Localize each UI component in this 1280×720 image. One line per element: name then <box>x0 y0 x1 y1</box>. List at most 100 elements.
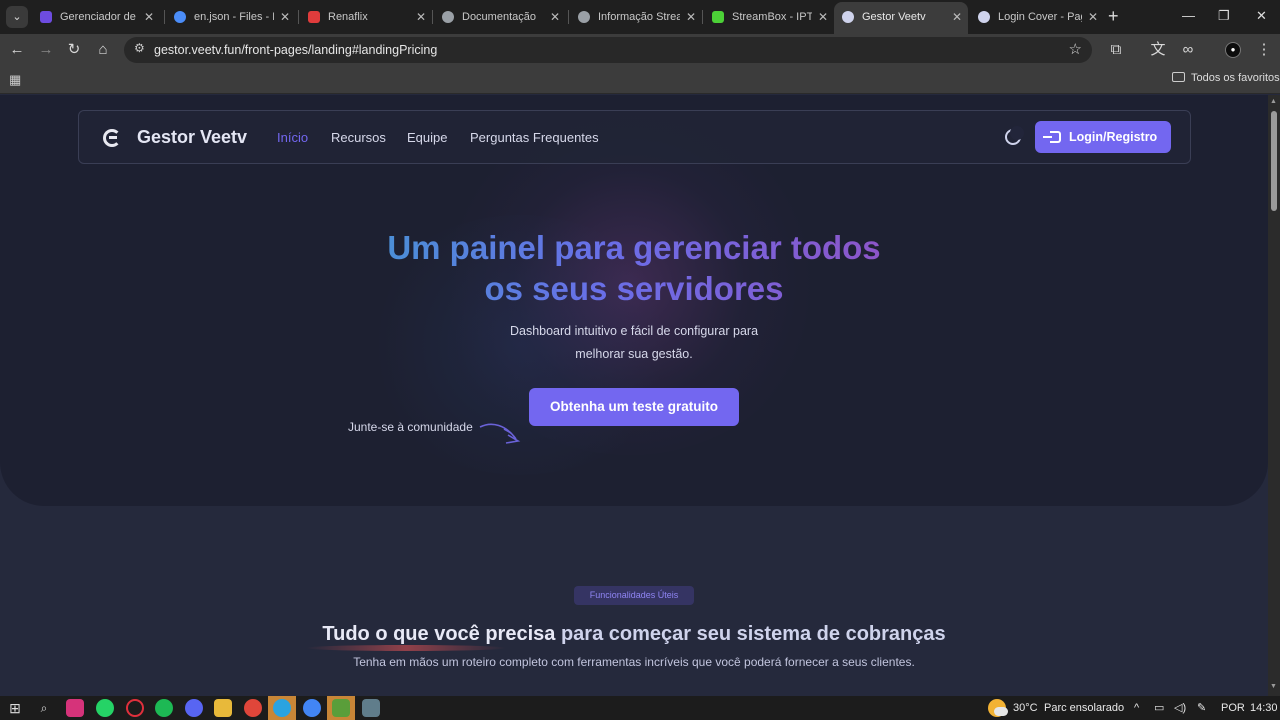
apps-grid-icon[interactable]: ▦ <box>9 72 21 88</box>
tab-title: Renaflix <box>328 11 368 23</box>
browser-tab[interactable]: Gerenciador de A ✕ <box>32 4 160 30</box>
calculator-icon[interactable] <box>362 699 380 717</box>
scrollbar-thumb[interactable] <box>1271 111 1277 211</box>
language-indicator[interactable]: POR <box>1221 700 1245 716</box>
site-navbar: Gestor Veetv Início Recursos Equipe Perg… <box>78 110 1191 164</box>
instagram-icon[interactable] <box>66 699 84 717</box>
tab-divider <box>298 10 299 24</box>
tab-title: en.json - Files - Fil <box>194 11 274 23</box>
address-bar[interactable]: ⚙ gestor.veetv.fun/front-pages/landing#l… <box>124 37 1092 63</box>
tab-divider <box>568 10 569 24</box>
bookmarks-folder[interactable]: Todos os favoritos <box>1172 72 1280 84</box>
nav-link-inicio[interactable]: Início <box>277 130 308 145</box>
weather-icon[interactable] <box>988 699 1008 717</box>
extensions-icon[interactable]: ⧉ <box>1106 40 1126 60</box>
browser-tab[interactable]: StreamBox - IPTV ✕ <box>704 4 834 30</box>
minimize-button[interactable]: — <box>1182 6 1195 26</box>
weather-text[interactable]: Parc ensolarado <box>1044 700 1124 716</box>
tab-title: StreamBox - IPTV <box>732 11 812 23</box>
close-window-button[interactable]: ✕ <box>1256 6 1267 26</box>
link-icon[interactable]: ∞ <box>1178 40 1198 60</box>
hero-subtitle: Dashboard intuitivo e fácil de configura… <box>509 324 759 361</box>
folder-icon <box>1172 72 1185 82</box>
opera-icon[interactable] <box>126 699 144 717</box>
clock[interactable]: 14:30 <box>1250 700 1278 716</box>
chevron-down-icon: ⌄ <box>12 11 22 23</box>
tab-close-icon[interactable]: ✕ <box>144 4 154 30</box>
back-button[interactable]: ← <box>7 40 27 60</box>
nav-link-equipe[interactable]: Equipe <box>407 130 447 145</box>
chrome-icon[interactable] <box>244 699 262 717</box>
bookmarks-bar: ▦ Todos os favoritos <box>0 66 1280 94</box>
tab-close-icon[interactable]: ✕ <box>550 4 560 30</box>
browser-tab[interactable]: Informação Stream ✕ <box>570 4 702 30</box>
favicon-icon <box>712 11 724 23</box>
browser-tab[interactable]: en.json - Files - Fil ✕ <box>166 4 296 30</box>
browser-tab[interactable]: Login Cover - Pag ✕ <box>970 4 1104 30</box>
search-icon[interactable]: ⌕ <box>35 699 53 717</box>
menu-dots-icon[interactable]: ⋮ <box>1254 40 1274 60</box>
hero-section: Gestor Veetv Início Recursos Equipe Perg… <box>0 95 1268 506</box>
favicon-icon <box>308 11 320 23</box>
browser-tab-active[interactable]: Gestor Veetv ✕ <box>834 2 968 34</box>
browser-tab[interactable]: Documentação ✕ <box>434 4 566 30</box>
tab-divider <box>432 10 433 24</box>
weather-temp[interactable]: 30°C <box>1013 700 1038 716</box>
maximize-button[interactable]: ❐ <box>1218 6 1230 26</box>
bookmarks-folder-label: Todos os favoritos <box>1191 72 1280 84</box>
bookmark-star-icon[interactable]: ☆ <box>1069 40 1082 58</box>
file-explorer-icon[interactable] <box>214 699 232 717</box>
pen-icon[interactable]: ✎ <box>1197 700 1206 716</box>
tab-title: Login Cover - Pag <box>998 11 1082 23</box>
url-text[interactable]: gestor.veetv.fun/front-pages/landing#lan… <box>154 37 437 63</box>
scroll-up-icon[interactable]: ▲ <box>1270 98 1277 105</box>
features-title-rest: para começar seu sistema de cobranças <box>560 623 946 645</box>
tab-close-icon[interactable]: ✕ <box>280 4 290 30</box>
profile-avatar[interactable]: ● <box>1225 42 1241 58</box>
free-trial-button[interactable]: Obtenha um teste gratuito <box>529 388 739 426</box>
tab-close-icon[interactable]: ✕ <box>1088 4 1098 30</box>
spotify-icon[interactable] <box>155 699 173 717</box>
globe-icon <box>442 11 454 23</box>
tab-title: Documentação <box>462 11 536 23</box>
tab-search-button[interactable]: ⌄ <box>6 6 28 28</box>
volume-icon[interactable]: ◁) <box>1174 700 1186 716</box>
features-badge: Funcionalidades Úteis <box>574 586 694 605</box>
browser-toolbar: ← → ↻ ⌂ ⚙ gestor.veetv.fun/front-pages/l… <box>0 34 1280 66</box>
translate-icon[interactable]: 文 <box>1148 40 1168 60</box>
telegram-icon[interactable] <box>273 699 291 717</box>
app-icon[interactable] <box>332 699 350 717</box>
network-icon[interactable]: ▭ <box>1154 700 1164 716</box>
tab-title: Informação Stream <box>598 11 680 23</box>
home-button[interactable]: ⌂ <box>93 40 113 60</box>
features-title: Tudo o que você precisa para começar seu… <box>234 623 1034 646</box>
discord-icon[interactable] <box>185 699 203 717</box>
tab-close-icon[interactable]: ✕ <box>416 4 426 30</box>
features-title-bold: Tudo o que você precisa <box>322 623 556 645</box>
tray-chevron-icon[interactable]: ^ <box>1134 700 1139 716</box>
tab-close-icon[interactable]: ✕ <box>818 4 828 30</box>
tab-divider <box>702 10 703 24</box>
scroll-down-icon[interactable]: ▼ <box>1270 683 1277 690</box>
logo-icon[interactable] <box>103 129 121 147</box>
browser-tab[interactable]: Renaflix ✕ <box>300 4 432 30</box>
whatsapp-icon[interactable] <box>96 699 114 717</box>
tab-divider <box>164 10 165 24</box>
new-tab-button[interactable]: + <box>1108 6 1119 26</box>
chrome-icon[interactable] <box>303 699 321 717</box>
tab-close-icon[interactable]: ✕ <box>686 4 696 30</box>
favicon-icon <box>40 11 52 23</box>
site-info-icon[interactable]: ⚙ <box>134 41 145 55</box>
forward-button[interactable]: → <box>36 40 56 60</box>
page-scrollbar[interactable]: ▲ ▼ <box>1268 95 1280 696</box>
reload-button[interactable]: ↻ <box>64 40 84 60</box>
tab-title: Gerenciador de A <box>60 11 138 23</box>
tab-close-icon[interactable]: ✕ <box>952 2 962 32</box>
nav-link-recursos[interactable]: Recursos <box>331 130 386 145</box>
features-subtitle: Tenha em mãos um roteiro completo com fe… <box>353 655 915 669</box>
login-register-button[interactable]: Login/Registro <box>1035 121 1171 153</box>
windows-start-icon[interactable]: ⊞ <box>6 699 24 717</box>
theme-toggle-moon-icon[interactable] <box>1005 126 1024 145</box>
nav-link-perguntas[interactable]: Perguntas Frequentes <box>470 130 599 145</box>
brand-name[interactable]: Gestor Veetv <box>137 127 247 148</box>
